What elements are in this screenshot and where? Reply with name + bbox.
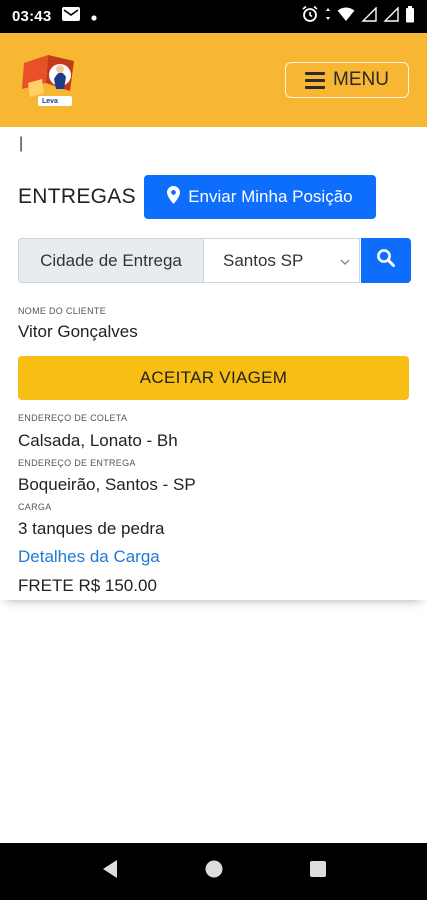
app-header: Leva MENU bbox=[0, 33, 427, 127]
text-cursor: | bbox=[19, 135, 24, 152]
city-select-value: Santos SP bbox=[223, 250, 304, 270]
menu-button-label: MENU bbox=[333, 69, 389, 90]
search-icon bbox=[376, 248, 396, 273]
battery-icon bbox=[405, 5, 415, 28]
hamburger-icon bbox=[305, 71, 326, 89]
send-position-label: Enviar Minha Posição bbox=[188, 187, 353, 206]
page-title: ENTREGAS bbox=[18, 185, 136, 208]
home-icon[interactable] bbox=[204, 859, 224, 884]
city-label: Cidade de Entrega bbox=[18, 238, 203, 283]
back-icon[interactable] bbox=[101, 859, 119, 884]
signal-icon bbox=[383, 5, 399, 27]
delivery-address-value: Boqueirão, Santos - SP bbox=[18, 475, 196, 494]
delivery-address-label: ENDEREÇO DE ENTREGA bbox=[18, 458, 136, 468]
client-name-value: Vitor Gonçalves bbox=[18, 322, 138, 341]
send-position-button[interactable]: Enviar Minha Posição bbox=[143, 175, 376, 219]
alarm-icon bbox=[301, 5, 319, 28]
gmail-icon bbox=[61, 6, 81, 27]
data-arrows-icon bbox=[325, 7, 331, 26]
client-name-label: NOME DO CLIENTE bbox=[18, 306, 107, 316]
accept-trip-button[interactable]: ACEITAR VIAGEM bbox=[18, 356, 409, 400]
cargo-value: 3 tanques de pedra bbox=[18, 519, 165, 538]
search-button[interactable] bbox=[361, 238, 411, 283]
signal-icon bbox=[361, 5, 377, 27]
pickup-address-label: ENDEREÇO DE COLETA bbox=[18, 413, 128, 423]
wifi-icon bbox=[337, 7, 355, 27]
menu-button[interactable]: MENU bbox=[285, 62, 409, 98]
logo-text: Leva bbox=[42, 98, 58, 105]
status-bar: 03:43 bbox=[0, 0, 427, 33]
title-row: ENTREGAS Enviar Minha Posição bbox=[18, 175, 376, 219]
pickup-address-value: Calsada, Lonato - Bh bbox=[18, 431, 178, 450]
city-search-group: Cidade de Entrega Santos SP bbox=[18, 238, 411, 283]
navigation-bar bbox=[0, 843, 427, 900]
cargo-details-link[interactable]: Detalhes da Carga bbox=[18, 547, 160, 567]
city-select[interactable]: Santos SP bbox=[203, 238, 360, 283]
deliveries-card: | ENTREGAS Enviar Minha Posição Cidade d… bbox=[0, 127, 427, 600]
recents-icon[interactable] bbox=[309, 860, 327, 883]
app-logo[interactable]: Leva bbox=[18, 49, 80, 111]
status-time: 03:43 bbox=[12, 8, 52, 25]
freight-value: FRETE R$ 150.00 bbox=[18, 576, 157, 595]
map-marker-icon bbox=[167, 185, 181, 209]
cargo-label: CARGA bbox=[18, 502, 52, 512]
dot-icon bbox=[91, 8, 97, 26]
chevron-down-icon bbox=[339, 253, 351, 273]
